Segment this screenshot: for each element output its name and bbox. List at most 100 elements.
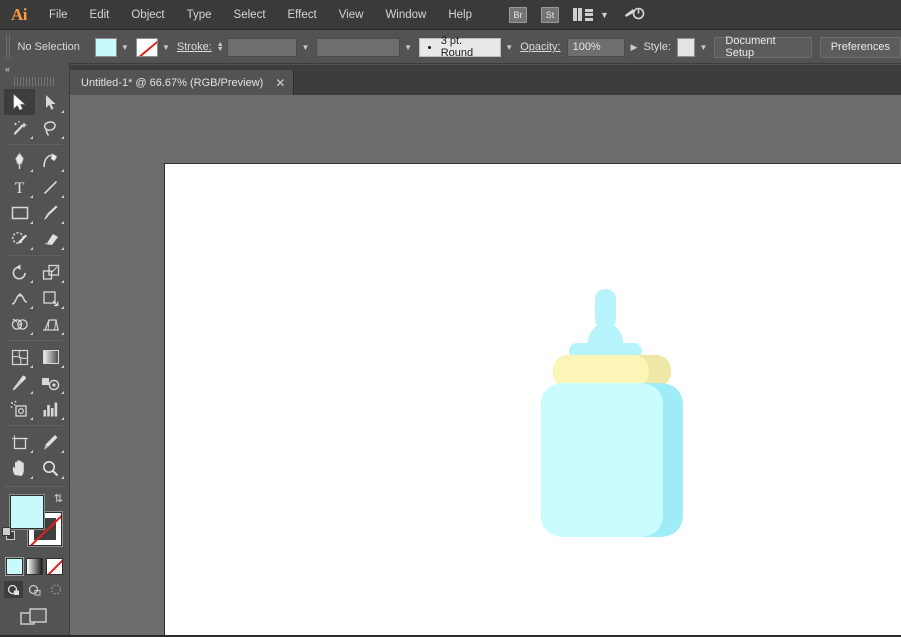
gradient-mode-button[interactable] — [26, 558, 43, 575]
style-label: Style: — [643, 41, 671, 53]
stroke-profile-chevron-icon[interactable]: ▼ — [404, 43, 412, 52]
preferences-button[interactable]: Preferences — [819, 36, 901, 58]
stroke-weight-chevron-icon[interactable]: ▼ — [301, 43, 309, 52]
none-mode-button[interactable] — [46, 558, 63, 575]
fill-dropdown-chevron-icon[interactable]: ▼ — [121, 43, 129, 52]
bottle-collar — [553, 355, 671, 387]
brush-dot-icon — [427, 45, 431, 49]
paintbrush-tool[interactable] — [35, 200, 66, 226]
eyedropper-tool[interactable] — [4, 370, 35, 396]
bottle-body — [541, 383, 683, 537]
control-bar: No Selection ▼ ▼ Stroke: ▲ ▼ ▼ ▼ 3 pt. Ro… — [0, 31, 901, 64]
fill-stroke-controls: ⇅ — [0, 492, 70, 554]
scale-tool[interactable] — [35, 259, 66, 285]
menu-bar: Ai File Edit Object Type Select Effect V… — [0, 0, 901, 30]
selection-tool[interactable] — [4, 89, 35, 115]
menu-item-view[interactable]: View — [328, 0, 375, 30]
lasso-tool[interactable] — [35, 115, 66, 141]
tool-separator — [4, 486, 66, 487]
chevron-down-icon[interactable]: ▼ — [600, 10, 609, 20]
menu-item-help[interactable]: Help — [437, 0, 483, 30]
fill-color-swatch[interactable] — [94, 37, 117, 57]
brush-definition-field[interactable]: 3 pt. Round — [418, 35, 502, 59]
bottle-nipple — [569, 289, 642, 359]
document-tab-bar: Untitled-1* @ 66.67% (RGB/Preview) ✕ — [70, 65, 901, 95]
slice-tool[interactable] — [35, 429, 66, 455]
artboard-tool[interactable] — [4, 429, 35, 455]
stroke-weight-field[interactable] — [226, 37, 298, 57]
style-chevron-icon[interactable]: ▼ — [699, 43, 707, 52]
direct-selection-tool[interactable] — [35, 89, 66, 115]
document-setup-button[interactable]: Document Setup — [714, 35, 812, 59]
fill-color-indicator[interactable] — [10, 495, 44, 529]
app-logo: Ai — [11, 4, 28, 24]
selection-status: No Selection — [17, 41, 80, 53]
color-mode-row — [0, 557, 69, 576]
menu-item-edit[interactable]: Edit — [79, 0, 121, 30]
baby-bottle-illustration[interactable] — [517, 287, 707, 567]
magic-wand-tool[interactable] — [4, 115, 35, 141]
rotate-tool[interactable] — [4, 259, 35, 285]
symbol-sprayer-tool[interactable] — [4, 396, 35, 422]
artboard[interactable] — [164, 163, 901, 637]
close-icon[interactable]: ✕ — [275, 76, 285, 90]
brush-chevron-icon[interactable]: ▼ — [505, 43, 513, 52]
document-tab[interactable]: Untitled-1* @ 66.67% (RGB/Preview) ✕ — [70, 70, 295, 95]
draw-behind-mode-button[interactable] — [25, 581, 44, 598]
workspace-switcher-icon[interactable] — [623, 4, 645, 26]
control-bar-grip[interactable] — [6, 35, 13, 59]
column-graph-tool[interactable] — [35, 396, 66, 422]
hand-tool[interactable] — [4, 455, 35, 481]
brush-definition-value: 3 pt. Round — [440, 35, 474, 59]
menu-item-type[interactable]: Type — [176, 0, 223, 30]
draw-inside-mode-button[interactable] — [46, 581, 65, 598]
menu-item-file[interactable]: File — [38, 0, 79, 30]
bridge-button[interactable]: Br — [509, 6, 527, 23]
tools-panel-grip[interactable] — [14, 77, 55, 86]
gradient-tool[interactable] — [35, 344, 66, 370]
draw-mode-row — [0, 581, 69, 598]
draw-normal-mode-button[interactable] — [4, 581, 23, 598]
opacity-expand-icon[interactable]: ▶ — [631, 42, 638, 53]
stroke-label[interactable]: Stroke: — [177, 41, 212, 53]
tool-separator — [8, 255, 62, 256]
opacity-label[interactable]: Opacity: — [520, 41, 560, 53]
svg-text:T: T — [15, 180, 25, 196]
stock-button[interactable]: St — [541, 6, 559, 23]
change-screen-mode-icon[interactable] — [19, 607, 50, 632]
stroke-weight-stepper[interactable]: ▲ ▼ — [217, 41, 224, 53]
stroke-profile-field[interactable] — [316, 37, 401, 57]
canvas-area[interactable] — [70, 95, 901, 637]
color-mode-button[interactable] — [5, 557, 24, 576]
tool-separator — [8, 144, 62, 145]
shaper-pencil-tool[interactable] — [4, 226, 35, 252]
tools-panel-header: « — [0, 62, 69, 76]
rectangle-tool[interactable] — [4, 200, 35, 226]
menu-item-window[interactable]: Window — [374, 0, 437, 30]
type-tool[interactable]: T — [4, 174, 35, 200]
shape-builder-tool[interactable] — [4, 311, 35, 337]
blend-tool[interactable] — [35, 370, 66, 396]
menu-item-object[interactable]: Object — [120, 0, 175, 30]
menu-item-select[interactable]: Select — [223, 0, 277, 30]
mesh-tool[interactable] — [4, 344, 35, 370]
document-tab-title: Untitled-1* @ 66.67% (RGB/Preview) — [81, 76, 264, 89]
line-segment-tool[interactable] — [35, 174, 66, 200]
tools-panel: « T ⇅ — [0, 62, 70, 637]
curvature-tool[interactable] — [35, 148, 66, 174]
arrange-documents-icon[interactable]: ▼ — [573, 8, 609, 21]
width-warp-tool[interactable] — [4, 285, 35, 311]
screen-mode-row — [0, 607, 69, 632]
stroke-color-swatch[interactable] — [135, 37, 158, 57]
menu-item-effect[interactable]: Effect — [277, 0, 328, 30]
double-chevron-left-icon[interactable]: « — [5, 64, 10, 74]
pen-tool[interactable] — [4, 148, 35, 174]
swap-fill-stroke-icon[interactable]: ⇅ — [54, 492, 63, 505]
perspective-grid-tool[interactable] — [35, 311, 66, 337]
graphic-style-swatch[interactable] — [676, 37, 696, 57]
stroke-dropdown-chevron-icon[interactable]: ▼ — [162, 43, 170, 52]
free-transform-tool[interactable] — [35, 285, 66, 311]
eraser-tool[interactable] — [35, 226, 66, 252]
zoom-tool[interactable] — [35, 455, 66, 481]
opacity-field[interactable]: 100% — [566, 37, 625, 57]
